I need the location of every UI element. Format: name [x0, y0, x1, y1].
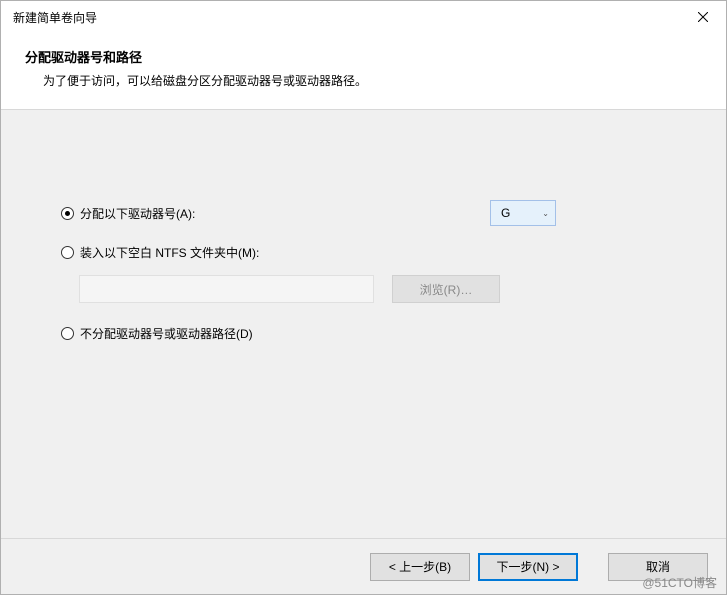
close-button[interactable]	[680, 1, 726, 33]
next-button[interactable]: 下一步(N) >	[478, 553, 578, 581]
mount-folder-label: 装入以下空白 NTFS 文件夹中(M):	[80, 244, 259, 261]
drive-letter-value: G	[501, 206, 510, 220]
mount-path-row: 浏览(R)…	[79, 275, 666, 303]
no-assign-label: 不分配驱动器号或驱动器路径(D)	[80, 325, 253, 342]
radio-icon	[61, 207, 74, 220]
radio-icon	[61, 246, 74, 259]
content-area: 分配以下驱动器号(A): G ⌄ 装入以下空白 NTFS 文件夹中(M): 浏览…	[1, 110, 726, 538]
chevron-down-icon: ⌄	[542, 209, 549, 218]
mount-path-input	[79, 275, 374, 303]
option-no-assign: 不分配驱动器号或驱动器路径(D)	[61, 325, 666, 342]
titlebar: 新建简单卷向导	[1, 1, 726, 33]
radio-no-assign[interactable]: 不分配驱动器号或驱动器路径(D)	[61, 325, 253, 342]
drive-letter-dropdown[interactable]: G ⌄	[490, 200, 556, 226]
wizard-header: 分配驱动器号和路径 为了便于访问，可以给磁盘分区分配驱动器号或驱动器路径。	[1, 33, 726, 110]
cancel-button[interactable]: 取消	[608, 553, 708, 581]
assign-letter-label: 分配以下驱动器号(A):	[80, 205, 195, 222]
wizard-window: 新建简单卷向导 分配驱动器号和路径 为了便于访问，可以给磁盘分区分配驱动器号或驱…	[0, 0, 727, 595]
close-icon	[698, 12, 708, 22]
option-mount-folder: 装入以下空白 NTFS 文件夹中(M):	[61, 244, 666, 261]
page-title: 分配驱动器号和路径	[25, 47, 702, 66]
browse-button: 浏览(R)…	[392, 275, 500, 303]
option-assign-letter: 分配以下驱动器号(A): G ⌄	[61, 200, 666, 226]
window-title: 新建简单卷向导	[13, 9, 97, 26]
wizard-footer: < 上一步(B) 下一步(N) > 取消	[1, 538, 726, 594]
radio-mount-folder[interactable]: 装入以下空白 NTFS 文件夹中(M):	[61, 244, 259, 261]
back-button[interactable]: < 上一步(B)	[370, 553, 470, 581]
radio-assign-letter[interactable]: 分配以下驱动器号(A):	[61, 205, 195, 222]
page-subtitle: 为了便于访问，可以给磁盘分区分配驱动器号或驱动器路径。	[25, 72, 702, 89]
radio-icon	[61, 327, 74, 340]
